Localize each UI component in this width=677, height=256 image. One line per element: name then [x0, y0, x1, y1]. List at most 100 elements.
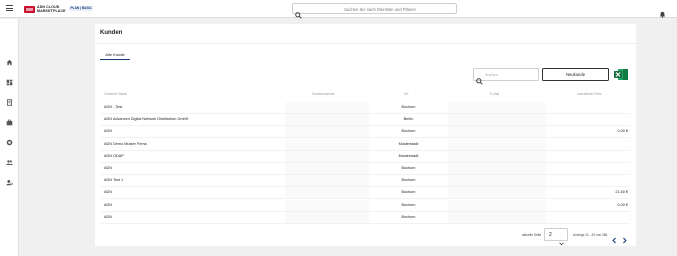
- cell-price: [546, 175, 630, 186]
- excel-icon[interactable]: [614, 68, 628, 81]
- table-row[interactable]: ADN Bochum 0,00 €: [100, 126, 630, 139]
- cell-email: [448, 126, 546, 138]
- divider: [95, 43, 636, 44]
- table-row[interactable]: ADN Bochum 21,60 €: [100, 187, 630, 200]
- cell-customer-name: ADN: [104, 202, 113, 207]
- cell-price: [546, 102, 630, 113]
- cell-price: [546, 139, 630, 150]
- cell-ort: Berlin: [403, 117, 414, 122]
- cell-customer-name: ADN: [104, 214, 113, 219]
- logo-text-line2: MARKETPLACE: [37, 9, 66, 13]
- cell-ort: Musterstadt: [398, 153, 419, 158]
- document-icon[interactable]: [5, 98, 13, 106]
- cell-ort: Bochum: [401, 202, 416, 207]
- table-row[interactable]: ADN Test 1 Bochum: [100, 175, 630, 188]
- briefcase-icon[interactable]: [5, 118, 13, 126]
- column-header-ort[interactable]: Ort: [404, 92, 408, 96]
- cell-email: [448, 150, 546, 162]
- cell-customer-name: ADN ODAP: [104, 153, 124, 158]
- search-icon: [476, 72, 483, 90]
- customer-search-input[interactable]: [485, 71, 537, 79]
- cell-customer-name: ADN Test 1: [104, 178, 124, 183]
- page-title: Kunden: [100, 30, 123, 36]
- sidebar: [0, 19, 19, 256]
- cell-price: [546, 114, 630, 125]
- pagination-label: aktuelle Seite: [522, 233, 542, 237]
- top-bar: ADN CLOUD MARKETPLACE PLAN | BASIC: [0, 0, 677, 19]
- next-page-icon[interactable]: [621, 231, 628, 244]
- cell-ort: Bochum: [401, 190, 416, 195]
- customers-card: Kunden Alle Kunde Neukunde Customer Name…: [95, 24, 636, 246]
- cell-ort: Bochum: [401, 178, 416, 183]
- cell-kundennummer: [285, 126, 369, 138]
- cell-price: [546, 151, 630, 162]
- cell-kundennummer: [285, 102, 369, 113]
- cell-customer-name: ADN: [104, 129, 113, 134]
- table-row[interactable]: ADN Advanced Digital Network Distributio…: [100, 114, 630, 127]
- cell-kundennummer: [285, 114, 369, 126]
- cell-kundennummer: [285, 187, 369, 199]
- table-row[interactable]: ADN Bochum: [100, 211, 630, 224]
- notification-bell-icon[interactable]: [659, 5, 666, 18]
- cell-kundennummer: [285, 199, 369, 211]
- support-icon[interactable]: [5, 138, 13, 146]
- table-header: Customer Name Kundennummer Ort E-Mail mo…: [100, 90, 630, 98]
- new-customer-button[interactable]: Neukunde: [542, 68, 609, 81]
- cell-kundennummer: [285, 163, 369, 174]
- table-row[interactable]: ADN ODAP Musterstadt: [100, 150, 630, 163]
- cell-price: [546, 212, 630, 223]
- cell-price: 21,60 €: [615, 190, 628, 195]
- dashboard-icon[interactable]: [5, 78, 13, 86]
- cell-customer-name: ADN Advanced Digital Network Distributio…: [104, 117, 189, 122]
- cell-customer-name: ADN: [104, 190, 113, 195]
- cell-email: [448, 102, 546, 113]
- column-header-email[interactable]: E-Mail: [490, 92, 499, 96]
- cell-email: [448, 187, 546, 199]
- cell-email: [448, 114, 546, 126]
- users-icon[interactable]: [5, 158, 13, 166]
- cell-price: [546, 163, 630, 174]
- tab-all-customers[interactable]: Alle Kunde: [100, 52, 130, 60]
- cell-ort: Musterstadt: [398, 141, 419, 146]
- home-icon[interactable]: [5, 58, 13, 66]
- cell-email: [448, 211, 546, 223]
- column-header-name[interactable]: Customer Name: [104, 92, 127, 96]
- plan-badge: PLAN | BASIC: [69, 6, 94, 11]
- cell-customer-name: ADN - Test: [104, 105, 123, 109]
- search-icon: [295, 6, 302, 24]
- customer-search[interactable]: [473, 68, 539, 85]
- global-search[interactable]: [292, 3, 457, 19]
- cell-ort: Bochum: [401, 129, 416, 134]
- column-header-kundennummer[interactable]: Kundennummer: [312, 92, 335, 96]
- cell-email: [448, 163, 546, 174]
- cell-email: [448, 175, 546, 187]
- page-select-value: 2: [549, 232, 552, 238]
- cell-customer-name: ADN: [104, 166, 113, 170]
- table-row[interactable]: ADN Bochum: [100, 163, 630, 175]
- table-row[interactable]: ADN Demo Muster Firma Musterstadt: [100, 138, 630, 151]
- cell-email: [448, 199, 546, 211]
- previous-page-icon[interactable]: [611, 231, 618, 244]
- cell-customer-name: ADN Demo Muster Firma: [104, 141, 147, 146]
- cell-email: [448, 138, 546, 150]
- cell-kundennummer: [285, 150, 369, 162]
- page-select[interactable]: 2: [544, 228, 568, 246]
- hamburger-menu-icon[interactable]: [6, 5, 13, 12]
- cell-kundennummer: [285, 138, 369, 150]
- chevron-down-icon: [559, 233, 564, 251]
- table-row[interactable]: ADN Bochum 0,00 €: [100, 199, 630, 212]
- cell-ort: Bochum: [401, 214, 416, 219]
- pagination-range: Anzeige 11 - 20 von 286: [573, 233, 608, 237]
- adn-logo-icon: [24, 5, 35, 13]
- global-search-input[interactable]: [305, 5, 455, 13]
- cell-price: 0,00 €: [617, 129, 628, 134]
- cell-price: 0,00 €: [617, 202, 628, 207]
- column-header-price[interactable]: monatlicher Preis: [577, 92, 602, 96]
- cell-ort: Bochum: [401, 105, 416, 109]
- logo[interactable]: ADN CLOUD MARKETPLACE: [24, 4, 66, 14]
- cell-kundennummer: [285, 175, 369, 187]
- table-row[interactable]: ADN - Test Bochum: [100, 102, 630, 114]
- cell-kundennummer: [285, 211, 369, 223]
- cell-ort: Bochum: [401, 166, 416, 170]
- user-settings-icon[interactable]: [5, 178, 13, 186]
